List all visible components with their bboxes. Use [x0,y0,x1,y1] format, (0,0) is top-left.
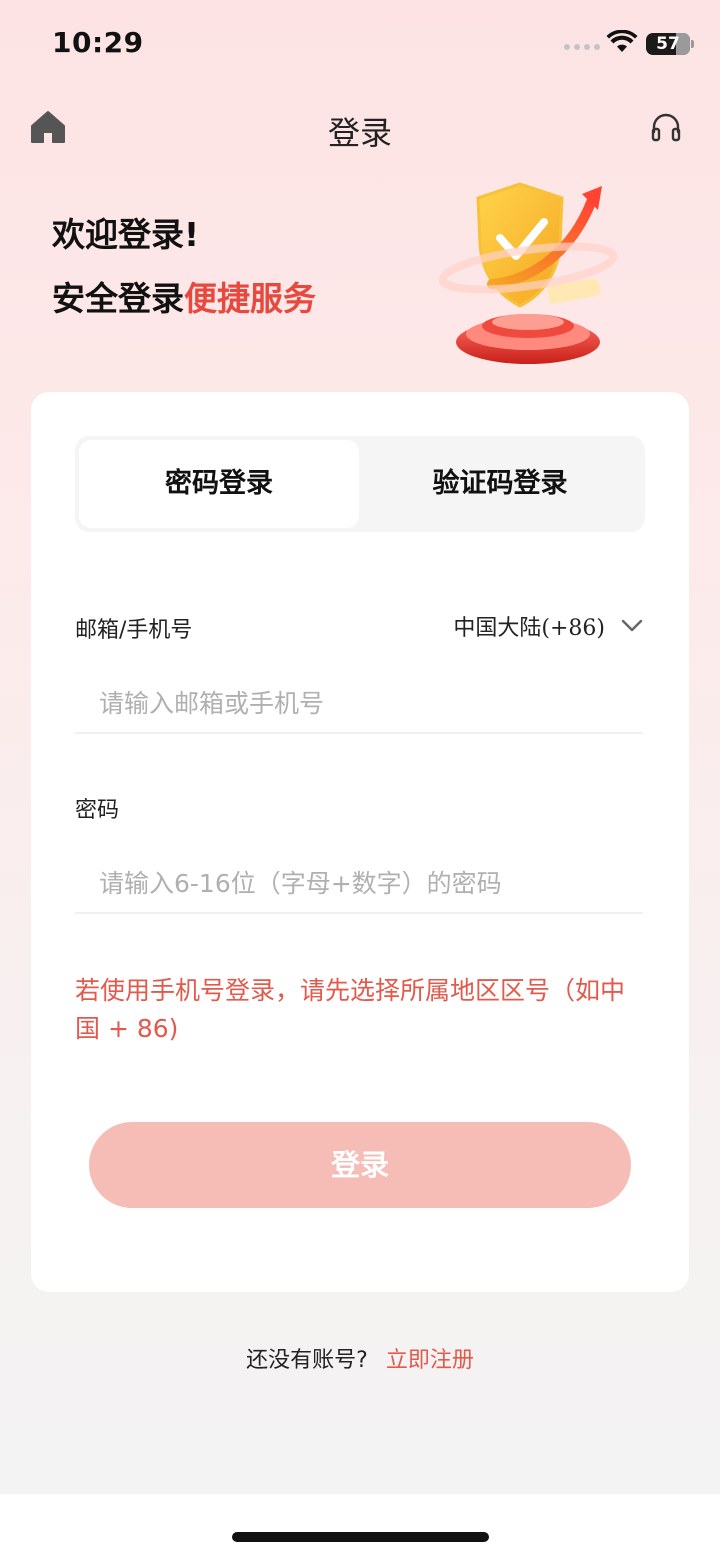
login-button[interactable]: 登录 [89,1122,631,1208]
tab-password-login[interactable]: 密码登录 [79,440,359,528]
login-card: 密码登录 验证码登录 邮箱/手机号 中国大陆(+86) 密码 若使用手机号登录，… [31,392,689,1292]
register-link[interactable]: 立即注册 [386,1348,474,1373]
headset-icon[interactable] [650,112,682,144]
welcome-subheading: 安全登录便捷服务 [52,272,316,320]
battery-cap [691,40,694,48]
battery-level: 57 [656,34,680,54]
bottom-safe-area [0,1494,720,1559]
region-value: 中国大陆(+86) [453,616,605,641]
chevron-down-icon [621,619,643,632]
subheading-accent: 便捷服务 [184,279,316,318]
status-bar: 10:29 57 [0,0,720,88]
register-row: 还没有账号? 立即注册 [0,1342,720,1374]
nav-bar: 登录 [0,96,720,160]
welcome-heading: 欢迎登录! [52,215,200,254]
register-prompt: 还没有账号? [246,1348,368,1373]
account-label: 邮箱/手机号 [75,618,193,643]
region-hint: 若使用手机号登录，请先选择所属地区区号（如中国 + 86) [75,976,626,1043]
login-method-tabs: 密码登录 验证码登录 [75,436,645,532]
home-indicator[interactable] [232,1532,489,1542]
region-select[interactable]: 中国大陆(+86) [453,610,643,642]
battery-icon: 57 [646,33,690,55]
password-input[interactable] [75,854,643,914]
wifi-icon [606,30,638,52]
cellular-signal-icon [564,44,600,50]
status-time: 10:29 [52,26,144,59]
security-shield-illustration [438,182,618,364]
tab-code-login[interactable]: 验证码登录 [359,440,641,528]
page-title: 登录 [327,114,392,152]
subheading-prefix: 安全登录 [52,279,184,318]
password-label: 密码 [75,798,120,823]
account-input[interactable] [75,674,643,734]
